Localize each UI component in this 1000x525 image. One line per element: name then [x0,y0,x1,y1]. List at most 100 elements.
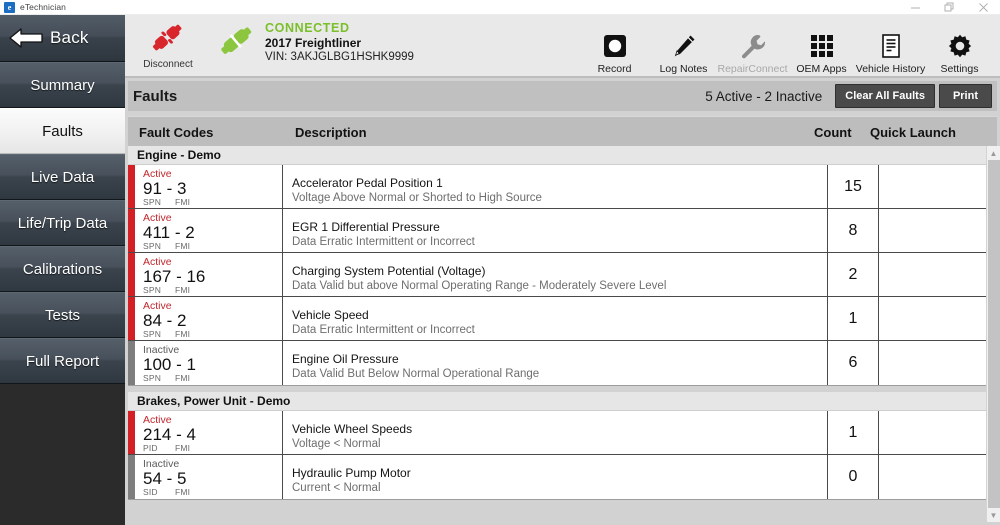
sidebar-item-life-trip-data[interactable]: Life/Trip Data [0,200,125,246]
sidebar-item-summary[interactable]: Summary [0,62,125,108]
tool-log-notes[interactable]: Log Notes [649,31,718,75]
code-abbreviations: SPN FMI [143,241,195,251]
page-title: Faults [133,87,178,105]
status-indicator-bar [128,209,135,252]
quick-launch-cell[interactable] [879,341,997,385]
close-button[interactable] [966,0,1000,15]
fault-description-cell: EGR 1 Differential Pressure Data Erratic… [283,209,828,252]
code-abbr-secondary: FMI [175,197,191,207]
code-abbreviations: SPN FMI [143,373,196,383]
status-indicator-bar [128,297,135,340]
app-header: Back Disconnect CONNECTED 2017 Freightli… [0,15,1000,78]
connected-plug-icon [217,25,257,60]
disconnect-plug-icon [153,24,182,51]
sidebar-item-faults[interactable]: Faults [0,108,125,154]
connection-group: Disconnect CONNECTED 2017 Freightliner V… [137,19,414,70]
code-abbreviations: SPN FMI [143,197,190,207]
column-header-fault-codes: Fault Codes [139,125,214,140]
fault-description-cell: Vehicle Speed Data Erratic Intermittent … [283,297,828,340]
fault-title: Accelerator Pedal Position 1 [292,176,443,190]
table-row[interactable]: Inactive 100 - 1 SPN FMI Engine Oil Pres… [128,341,997,385]
fault-description-cell: Hydraulic Pump Motor Current < Normal [283,455,828,499]
status-indicator-bar [128,455,135,499]
fault-code: 54 - 5 [143,469,187,488]
sidebar-item-calibrations[interactable]: Calibrations [0,246,125,292]
wrench-icon [739,31,767,61]
faults-table-body: Engine - Demo Active 91 - 3 SPN FMI Acce… [128,146,997,522]
tool-log-notes-label: Log Notes [659,63,708,75]
scroll-up-arrow-icon[interactable]: ▲ [987,146,1000,160]
sidebar-label: Live Data [30,168,95,186]
faults-panel: Faults 5 Active - 2 Inactive Clear All F… [125,78,1000,525]
fault-title: Engine Oil Pressure [292,352,399,366]
status-indicator-bar [128,341,135,385]
table-row[interactable]: Active 84 - 2 SPN FMI Vehicle Speed Data… [128,297,997,341]
fault-title: Hydraulic Pump Motor [292,466,411,480]
faults-table-header: Fault Codes Description Count Quick Laun… [128,116,997,146]
back-button[interactable]: Back [0,15,125,62]
minimize-button[interactable] [898,0,932,15]
clear-all-faults-button[interactable]: Clear All Faults [835,84,935,108]
sidebar-label: Calibrations [22,260,103,278]
code-abbr-primary: SPN [143,329,162,339]
back-label: Back [50,28,89,47]
fault-code: 84 - 2 [143,311,187,330]
sidebar-item-tests[interactable]: Tests [0,292,125,338]
tool-repair-connect[interactable]: RepairConnect [717,31,788,75]
fault-subtitle: Data Erratic Intermittent or Incorrect [292,324,475,336]
tool-record[interactable]: Record [580,31,649,75]
quick-launch-cell[interactable] [879,209,997,252]
disconnect-button[interactable]: Disconnect [137,19,199,70]
connection-status: CONNECTED [265,21,350,35]
scrollbar-thumb[interactable] [988,160,1000,508]
scroll-down-arrow-icon[interactable]: ▼ [987,508,1000,522]
fault-subtitle: Current < Normal [292,482,381,494]
quick-launch-cell[interactable] [879,253,997,296]
table-row[interactable]: Active 214 - 4 PID FMI Vehicle Wheel Spe… [128,411,997,455]
table-row[interactable]: Active 167 - 16 SPN FMI Charging System … [128,253,997,297]
header-toolbar: Record Log Notes RepairConnect OEM Apps … [580,31,994,75]
vehicle-name: 2017 Freightliner [265,36,362,50]
code-abbr-secondary: FMI [175,443,191,453]
table-row[interactable]: Inactive 54 - 5 SID FMI Hydraulic Pump M… [128,455,997,499]
tool-oem-apps[interactable]: OEM Apps [787,31,856,75]
fault-subtitle: Data Erratic Intermittent or Incorrect [292,236,475,248]
quick-launch-cell[interactable] [879,411,997,454]
tool-vehicle-history-label: Vehicle History [855,63,926,75]
fault-count: 6 [828,341,879,385]
code-abbr-primary: SPN [143,285,162,295]
sidebar-item-full-report[interactable]: Full Report [0,338,125,384]
fault-code-cell: Active 91 - 3 SPN FMI [128,165,283,208]
quick-launch-cell[interactable] [879,455,997,499]
sidebar-item-live-data[interactable]: Live Data [0,154,125,200]
quick-launch-cell[interactable] [879,297,997,340]
tool-vehicle-history[interactable]: Vehicle History [856,31,925,75]
table-row[interactable]: Active 91 - 3 SPN FMI Accelerator Pedal … [128,165,997,209]
fault-description-cell: Engine Oil Pressure Data Valid But Below… [283,341,828,385]
tool-settings[interactable]: Settings [925,31,994,75]
sidebar-nav: Summary Faults Live Data Life/Trip Data … [0,62,125,525]
grid-icon [809,31,835,61]
quick-launch-cell[interactable] [879,165,997,208]
restore-button[interactable] [932,0,966,15]
code-abbr-secondary: FMI [175,285,191,295]
fault-subtitle: Data Valid But Below Normal Operational … [292,368,540,380]
fault-code-cell: Active 84 - 2 SPN FMI [128,297,283,340]
status-indicator-bar [128,165,135,208]
column-header-count: Count [814,125,852,140]
faults-scrollbar[interactable]: ▲ ▼ [986,146,1000,522]
fault-group-header: Engine - Demo [128,146,997,165]
fault-subtitle: Data Valid but above Normal Operating Ra… [292,280,667,292]
fault-code: 100 - 1 [143,355,196,374]
fault-description-cell: Charging System Potential (Voltage) Data… [283,253,828,296]
code-abbr-secondary: FMI [175,241,191,251]
faults-toolbar: Faults 5 Active - 2 Inactive Clear All F… [128,81,997,111]
print-button[interactable]: Print [938,84,992,108]
tool-record-label: Record [597,63,632,75]
code-abbr-primary: SPN [143,373,162,383]
tool-oem-apps-label: OEM Apps [796,63,847,75]
table-row[interactable]: Active 411 - 2 SPN FMI EGR 1 Differentia… [128,209,997,253]
column-header-quick-launch: Quick Launch [870,125,956,140]
back-arrow-icon [9,28,43,48]
sidebar-label: Full Report [25,352,100,370]
